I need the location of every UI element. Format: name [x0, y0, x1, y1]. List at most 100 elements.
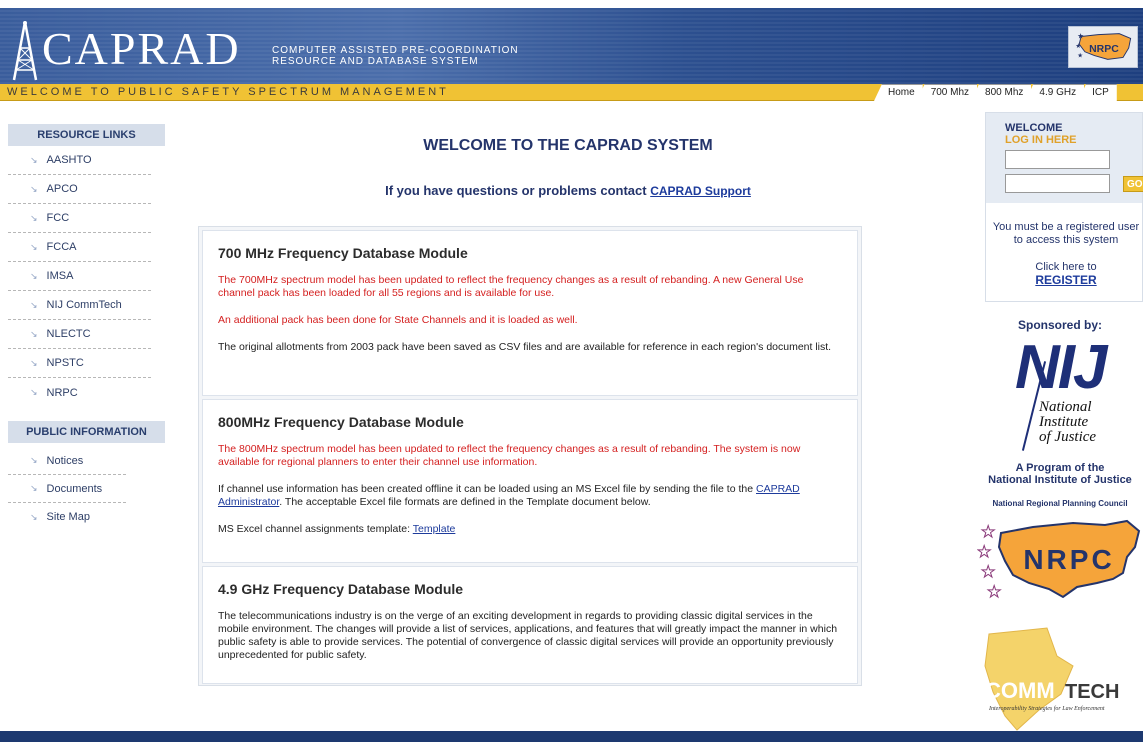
arrow-icon: ↘	[30, 357, 38, 368]
arrow-icon: ↘	[30, 387, 38, 397]
module-text: If channel use information has been crea…	[218, 483, 842, 509]
arrow-icon: ↘	[30, 511, 38, 522]
caprad-support-link[interactable]: CAPRAD Support	[650, 184, 751, 198]
tagline-line-2: RESOURCE AND DATABASE SYSTEM	[272, 56, 479, 67]
program-line-2: National Institute of Justice	[988, 474, 1132, 486]
login-form: WELCOME LOG IN HERE GO	[986, 113, 1143, 203]
sidebar-link-site-map[interactable]: ↘ Site Map	[8, 503, 126, 531]
sidebar-link-label: NPSTC	[46, 357, 84, 369]
sidebar-link-label: Site Map	[46, 511, 90, 523]
sidebar-link-label: FCC	[46, 212, 70, 224]
commtech-comm: COMM	[985, 678, 1055, 703]
main-nav-tabs: Home 700 Mhz 800 Mhz 4.9 GHz ICP	[874, 84, 1117, 101]
arrow-icon: ↘	[30, 241, 38, 252]
star-icon: ★	[981, 524, 995, 541]
tab-4-9-ghz[interactable]: 4.9 GHz	[1025, 84, 1085, 101]
tab-700-mhz[interactable]: 700 Mhz	[916, 84, 978, 101]
module-text: The telecommunications industry is on th…	[218, 610, 838, 661]
page-title: WELCOME TO THE CAPRAD SYSTEM	[423, 137, 713, 154]
sidebar-link-apco[interactable]: ↘ APCO	[8, 175, 151, 204]
star-icon: ★	[981, 564, 995, 581]
sidebar-link-npstc[interactable]: ↘ NPSTC	[8, 349, 151, 378]
module-notice: The 700MHz spectrum model has been updat…	[218, 274, 804, 299]
nij-program-caption: A Program of the National Institute of J…	[977, 462, 1143, 486]
login-welcome: WELCOME	[1005, 122, 1063, 134]
module-notice: The 800MHz spectrum model has been updat…	[218, 443, 801, 468]
sidebar-link-notices[interactable]: ↘ Notices	[8, 447, 126, 475]
footer-bar	[0, 731, 1143, 742]
nij-logo-text: National Institute of Justice	[1039, 400, 1096, 445]
module-title: 700 MHz Frequency Database Module	[218, 245, 468, 261]
sidebar-link-label: APCO	[46, 183, 78, 195]
public-information-heading: PUBLIC INFORMATION	[8, 421, 165, 443]
sidebar-link-nrpc[interactable]: ↘ NRPC	[8, 378, 151, 407]
login-panel: WELCOME LOG IN HERE GO You must be a reg…	[985, 112, 1143, 302]
sidebar-link-label: AASHTO	[46, 154, 92, 166]
arrow-icon: ↘	[30, 270, 38, 281]
sidebar-link-fcc[interactable]: ↘ FCC	[8, 204, 151, 233]
modules-container: 700 MHz Frequency Database Module The 70…	[198, 226, 862, 686]
tab-800-mhz[interactable]: 800 Mhz	[971, 84, 1032, 101]
arrow-icon: ↘	[30, 183, 38, 194]
resource-links-heading: RESOURCE LINKS	[8, 124, 165, 146]
sidebar-link-documents[interactable]: ↘ Documents	[8, 475, 126, 503]
module-text-part: If channel use information has been crea…	[218, 483, 754, 495]
contact-text: If you have questions or problems contac…	[385, 183, 647, 198]
nrpc-label: National Regional Planning Council	[992, 499, 1128, 508]
sidebar-link-label: NRPC	[46, 386, 78, 399]
nij-logo[interactable]: NIJ National Institute of Justice	[1005, 333, 1115, 458]
module-text-part: MS Excel channel assignments template:	[218, 523, 411, 535]
resource-links-list: ↘ AASHTO ↘ APCO ↘ FCC ↘ FCCA ↘ IMSA ↘ NIJ Comm…	[8, 146, 165, 407]
register-prompt: Click here to	[1035, 261, 1097, 273]
sidebar-link-imsa[interactable]: ↘ IMSA	[8, 262, 151, 291]
public-information-list: ↘ Notices ↘ Documents ↘ Site Map	[8, 447, 165, 531]
template-link[interactable]: Template	[413, 523, 456, 535]
nij-logo-line-1: National	[1039, 399, 1092, 415]
commtech-logo[interactable]: COMM TECH Interoperability Strategies fo…	[977, 626, 1143, 736]
tab-home[interactable]: Home	[874, 84, 923, 101]
login-here-label: LOG IN HERE	[1005, 134, 1077, 146]
module-notice: An additional pack has been done for Sta…	[218, 314, 578, 326]
username-input[interactable]	[1005, 150, 1110, 169]
password-row: GO	[1005, 174, 1143, 193]
sidebar-link-fcca[interactable]: ↘ FCCA	[8, 233, 151, 262]
module-text: The original allotments from 2003 pack h…	[218, 341, 832, 353]
sidebar-link-label: IMSA	[46, 270, 74, 282]
arrow-icon: ↘	[30, 328, 38, 339]
commtech-tech: TECH	[1065, 681, 1119, 703]
nrpc-map-text: NRPC	[1023, 544, 1114, 575]
svg-text:★: ★	[1075, 42, 1081, 50]
registration-note: You must be a registered user to access …	[992, 221, 1140, 246]
password-input[interactable]	[1005, 174, 1110, 193]
module-4-9ghz: 4.9 GHz Frequency Database Module The te…	[202, 566, 858, 684]
sidebar-link-label: Documents	[46, 482, 103, 495]
sidebar-link-label: FCCA	[46, 241, 77, 253]
arrow-icon: ↘	[30, 299, 38, 310]
sidebar-link-aashto[interactable]: ↘ AASHTO	[8, 146, 151, 175]
top-strip	[0, 0, 1143, 8]
module-title: 4.9 GHz Frequency Database Module	[218, 581, 464, 597]
radio-tower-icon	[12, 21, 38, 81]
nrpc-badge-text: NRPC	[1089, 44, 1119, 55]
sidebar: RESOURCE LINKS ↘ AASHTO ↘ APCO ↘ FCC ↘ FCCA …	[8, 124, 165, 531]
contact-line: If you have questions or problems contac…	[198, 183, 938, 198]
caprad-logo[interactable]: CAPRAD	[42, 22, 241, 75]
sidebar-link-label: NIJ CommTech	[46, 299, 122, 311]
nij-logo-line-3: of Justice	[1039, 429, 1097, 445]
module-text: MS Excel channel assignments template: T…	[218, 523, 842, 536]
module-text-part: . The acceptable Excel file formats are …	[279, 496, 651, 508]
nrpc-map-logo[interactable]: NRPC ★ ★ ★ ★	[977, 513, 1143, 609]
star-icon: ★	[987, 584, 1001, 601]
arrow-icon: ↘	[30, 154, 38, 165]
nij-logo-line-2: Institute	[1039, 414, 1089, 430]
star-icon: ★	[977, 544, 991, 561]
sidebar-link-nij-commtech[interactable]: ↘ NIJ CommTech	[8, 291, 151, 320]
go-button[interactable]: GO	[1123, 175, 1143, 192]
sponsor-panel: Sponsored by: NIJ National Institute of …	[977, 318, 1143, 739]
commtech-subtitle: Interoperability Strategies for Law Enfo…	[988, 705, 1105, 712]
register-link[interactable]: REGISTER	[986, 273, 1142, 287]
tagline-line-1: COMPUTER ASSISTED PRE-COORDINATION	[272, 45, 519, 56]
sidebar-link-nlectc[interactable]: ↘ NLECTC	[8, 320, 151, 349]
module-800mhz: 800MHz Frequency Database Module The 800…	[202, 399, 858, 563]
welcome-bar: WELCOME TO PUBLIC SAFETY SPECTRUM MANAGE…	[0, 84, 1143, 101]
